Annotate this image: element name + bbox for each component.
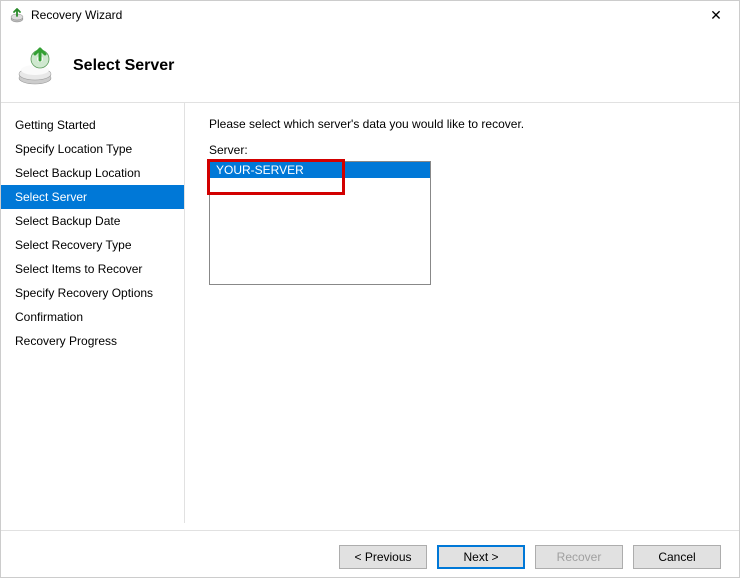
next-button[interactable]: Next >: [437, 545, 525, 569]
sidebar-step-select-server[interactable]: Select Server: [1, 185, 184, 209]
recovery-icon: [15, 46, 55, 86]
sidebar-step-select-backup-date[interactable]: Select Backup Date: [1, 209, 184, 233]
steps-sidebar: Getting Started Specify Location Type Se…: [1, 103, 185, 523]
sidebar-step-recovery-progress[interactable]: Recovery Progress: [1, 329, 184, 353]
recovery-wizard-icon: [9, 7, 25, 23]
instruction-text: Please select which server's data you wo…: [209, 117, 715, 131]
wizard-body: Getting Started Specify Location Type Se…: [1, 103, 739, 523]
close-icon[interactable]: ✕: [701, 1, 731, 29]
sidebar-step-confirmation[interactable]: Confirmation: [1, 305, 184, 329]
server-list-item[interactable]: YOUR-SERVER: [210, 162, 430, 178]
sidebar-step-select-items-to-recover[interactable]: Select Items to Recover: [1, 257, 184, 281]
sidebar-step-getting-started[interactable]: Getting Started: [1, 113, 184, 137]
recover-button: Recover: [535, 545, 623, 569]
wizard-header: Select Server: [1, 29, 739, 103]
previous-button[interactable]: < Previous: [339, 545, 427, 569]
sidebar-step-specify-location-type[interactable]: Specify Location Type: [1, 137, 184, 161]
sidebar-step-specify-recovery-options[interactable]: Specify Recovery Options: [1, 281, 184, 305]
page-title: Select Server: [73, 57, 174, 75]
server-listbox[interactable]: YOUR-SERVER: [209, 161, 431, 285]
cancel-button[interactable]: Cancel: [633, 545, 721, 569]
sidebar-step-select-backup-location[interactable]: Select Backup Location: [1, 161, 184, 185]
wizard-main: Please select which server's data you wo…: [185, 103, 739, 523]
server-field-label: Server:: [209, 143, 715, 157]
sidebar-step-select-recovery-type[interactable]: Select Recovery Type: [1, 233, 184, 257]
window-title: Recovery Wizard: [31, 8, 701, 22]
titlebar: Recovery Wizard ✕: [1, 1, 739, 29]
wizard-footer: < Previous Next > Recover Cancel: [1, 530, 739, 569]
